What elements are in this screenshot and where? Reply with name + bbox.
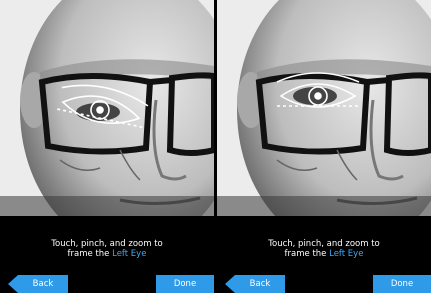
face-photo-drawing bbox=[217, 0, 431, 216]
instruction-text: Touch, pinch, and zoom to frame the Left… bbox=[0, 239, 214, 259]
eye-framing-screen: Touch, pinch, and zoom to frame the Left… bbox=[0, 0, 431, 293]
instruction-line-1: Touch, pinch, and zoom to bbox=[268, 239, 380, 249]
back-button[interactable]: Back bbox=[225, 275, 285, 293]
instruction-line-2-prefix: frame the bbox=[284, 249, 330, 259]
left-panel: Touch, pinch, and zoom to frame the Left… bbox=[0, 0, 214, 293]
face-photo-left[interactable] bbox=[0, 0, 214, 216]
instruction-line-1: Touch, pinch, and zoom to bbox=[51, 239, 163, 249]
instruction-line-2: frame the Left Eye bbox=[0, 249, 214, 259]
instruction-line-2: frame the Left Eye bbox=[217, 249, 431, 259]
instruction-line-2-prefix: frame the bbox=[67, 249, 113, 259]
done-button[interactable]: Done bbox=[156, 275, 214, 293]
done-button[interactable]: Done bbox=[373, 275, 431, 293]
right-panel: Touch, pinch, and zoom to frame the Left… bbox=[217, 0, 431, 293]
instruction-text: Touch, pinch, and zoom to frame the Left… bbox=[217, 239, 431, 259]
face-photo-drawing bbox=[0, 0, 214, 216]
instruction-highlight: Left Eye bbox=[112, 249, 147, 259]
face-photo-right[interactable] bbox=[217, 0, 431, 216]
back-button[interactable]: Back bbox=[8, 275, 68, 293]
instruction-highlight: Left Eye bbox=[329, 249, 364, 259]
